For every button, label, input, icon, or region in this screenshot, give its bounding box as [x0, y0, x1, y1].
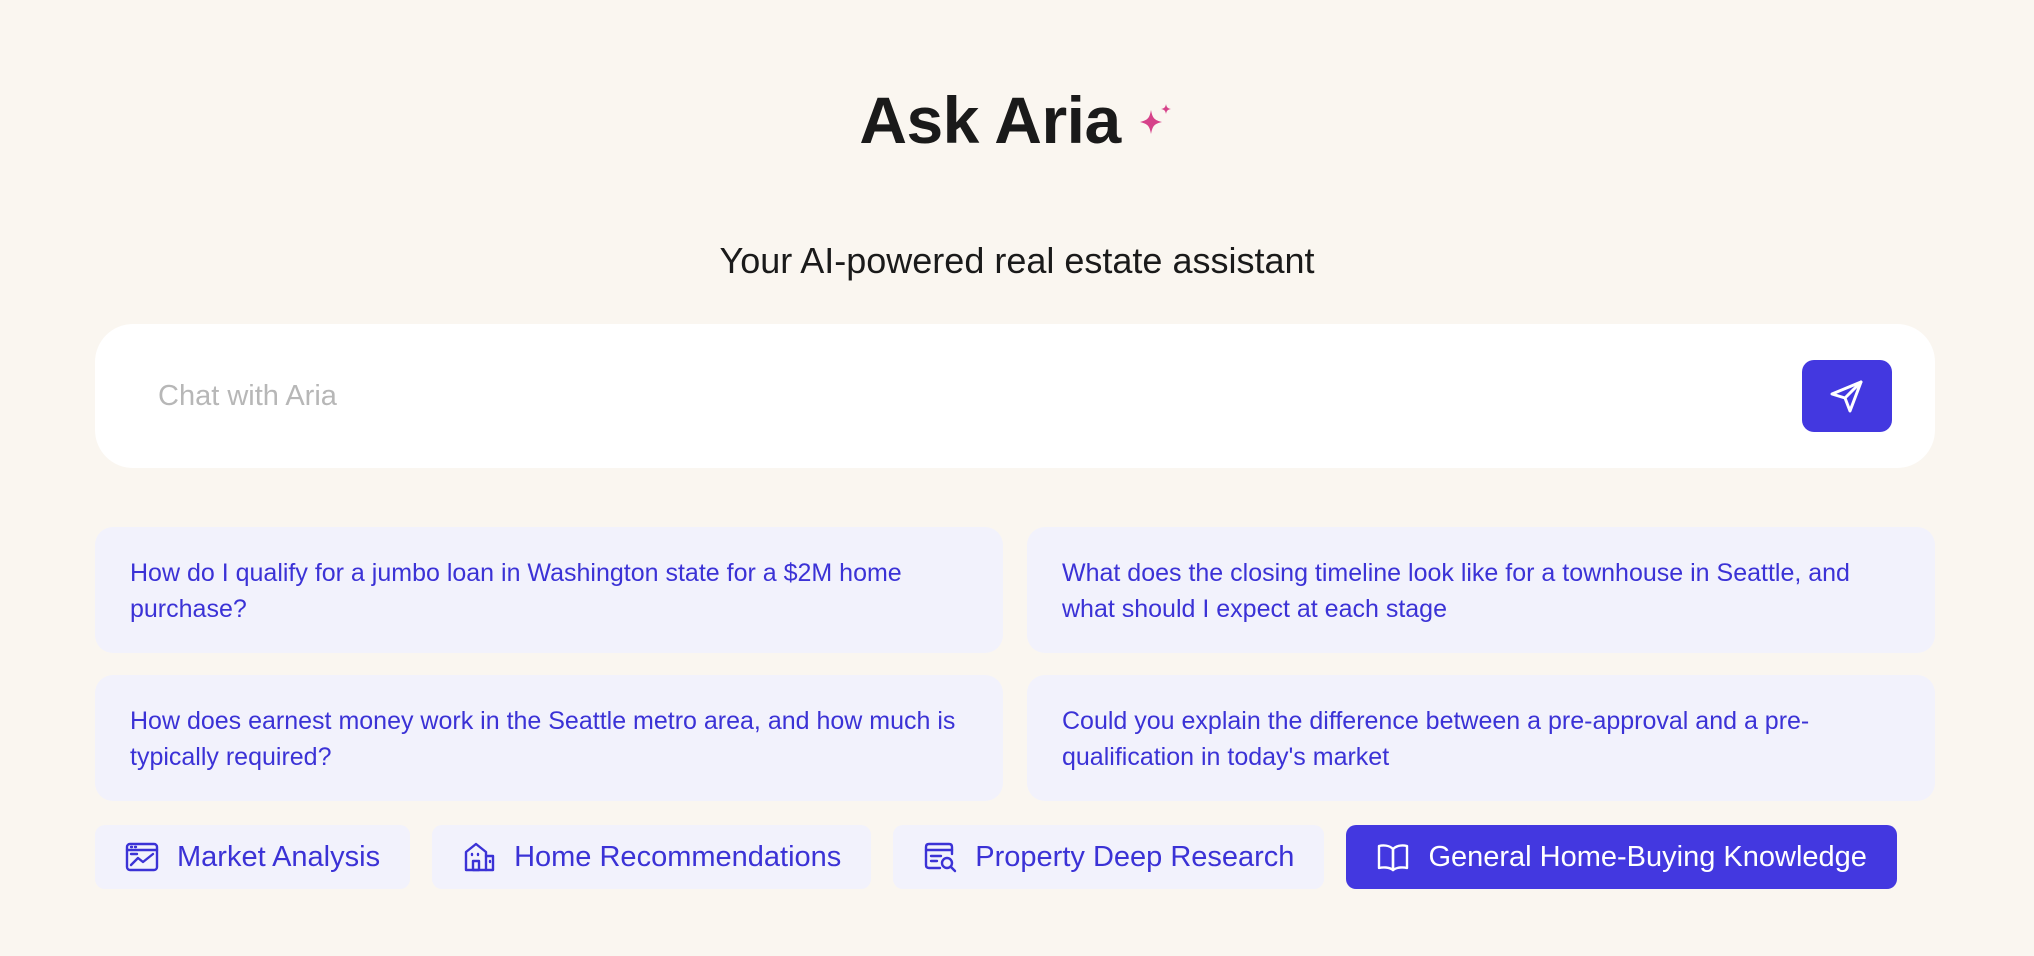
suggestion-card[interactable]: How do I qualify for a jumbo loan in Was…: [95, 527, 1003, 653]
send-icon: [1829, 378, 1865, 414]
mode-selector: Market Analysis Home Recommendations Pro…: [95, 825, 1897, 889]
send-button[interactable]: [1802, 360, 1892, 432]
mode-label: General Home-Buying Knowledge: [1428, 840, 1867, 873]
book-icon: [1376, 840, 1410, 874]
chart-window-icon: [125, 840, 159, 874]
search-document-icon: [923, 840, 957, 874]
suggestion-card[interactable]: How does earnest money work in the Seatt…: [95, 675, 1003, 801]
page-subtitle: Your AI-powered real estate assistant: [719, 240, 1315, 281]
mode-market-analysis[interactable]: Market Analysis: [95, 825, 411, 889]
mode-home-recommendations[interactable]: Home Recommendations: [432, 825, 872, 889]
suggestion-grid: How do I qualify for a jumbo loan in Was…: [95, 527, 1935, 801]
mode-label: Home Recommendations: [514, 840, 842, 873]
chat-input[interactable]: [95, 324, 1935, 468]
building-icon: [462, 840, 496, 874]
mode-property-deep-research[interactable]: Property Deep Research: [893, 825, 1325, 889]
ask-aria-page: Ask Aria Your AI-powered real estate ass…: [0, 0, 2034, 956]
suggestion-card[interactable]: Could you explain the difference between…: [1027, 675, 1935, 801]
mode-label: Market Analysis: [177, 840, 381, 873]
page-title: Ask Aria: [859, 83, 1121, 157]
title-row: Ask Aria: [0, 82, 2034, 158]
mode-general-home-buying-knowledge[interactable]: General Home-Buying Knowledge: [1346, 825, 1897, 889]
chat-box: [95, 324, 1935, 468]
suggestion-card[interactable]: What does the closing timeline look like…: [1027, 527, 1935, 653]
sparkle-icon: [1135, 101, 1175, 141]
mode-label: Property Deep Research: [975, 840, 1295, 873]
